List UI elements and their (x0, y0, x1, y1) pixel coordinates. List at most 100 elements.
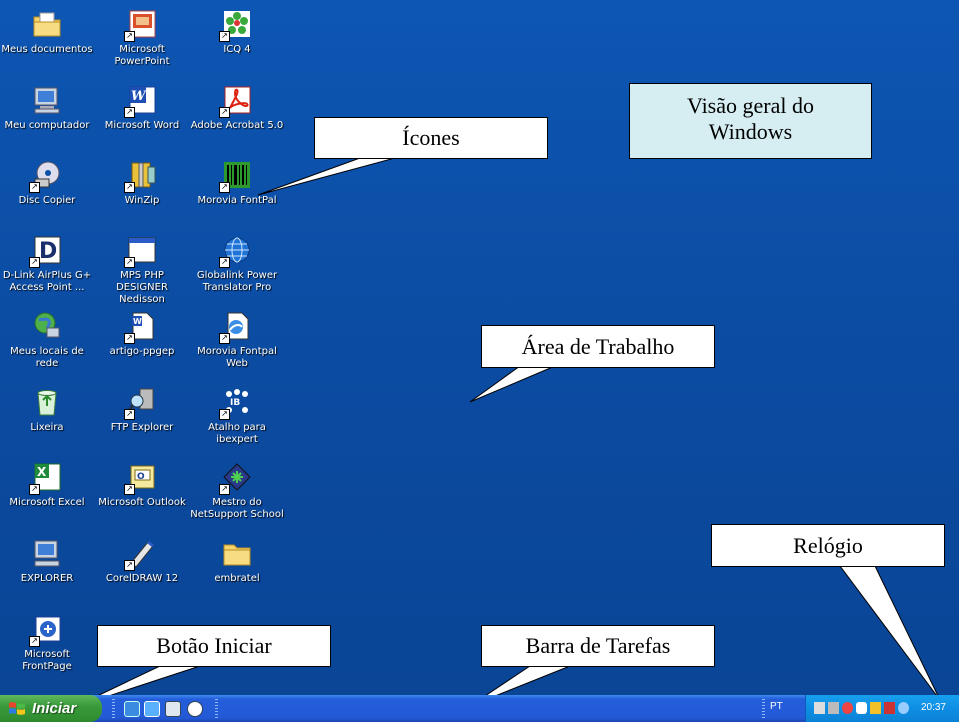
svg-text:D: D (39, 239, 57, 264)
icon-label: artigo-ppgep (109, 346, 175, 357)
icon-label: Meus locais de rede (10, 346, 84, 369)
callout-botao-text: Botão Iniciar (156, 633, 272, 658)
folder-icon (221, 537, 253, 569)
svg-text:X: X (37, 465, 47, 479)
network-icon (31, 310, 63, 342)
icon-label: Atalho para ibexpert (208, 422, 266, 445)
start-button-label: Iniciar (32, 700, 77, 717)
acrobat-icon: ↗ (219, 84, 253, 118)
desktop-icon-microsoft-outlook[interactable]: O ↗ Microsoft Outlook (95, 461, 189, 509)
desktop-icon-ibexpert[interactable]: IB ↗ Atalho para ibexpert (190, 386, 284, 446)
desktop-icon-ftp-explorer[interactable]: ↗ FTP Explorer (95, 386, 189, 434)
callout-relogio: Relógio (711, 524, 945, 567)
outlook-express-icon[interactable] (165, 701, 181, 717)
desktop-icon-morovia-fontpal[interactable]: ↗ Morovia FontPal (190, 159, 284, 207)
icon-label: embratel (214, 573, 260, 584)
quicklaunch-grip[interactable] (112, 699, 115, 718)
network-tray-icon[interactable] (814, 702, 825, 714)
winzip-icon: ↗ (124, 159, 158, 193)
clock[interactable]: 20:37 (921, 702, 946, 713)
desktop-icon-artigo-ppgep[interactable]: W ↗ artigo-ppgep (95, 310, 189, 358)
callout-barra-de-tarefas: Barra de Tarefas (481, 625, 715, 667)
update-tray-icon[interactable] (898, 702, 909, 714)
desktop-icon-mps-php-designer[interactable]: ↗ MPS PHP DESIGNER Nedisson (95, 234, 189, 306)
word-document-icon: W ↗ (124, 310, 158, 344)
language-bar-grip[interactable] (762, 699, 765, 718)
word-icon: W ↗ (124, 84, 158, 118)
icon-label: Morovia Fontpal Web (197, 346, 277, 369)
svg-text:W: W (133, 317, 142, 326)
start-button[interactable]: Iniciar (0, 695, 102, 722)
icon-label: Lixeira (30, 422, 64, 433)
taskbar[interactable]: Iniciar PT 20:37 (0, 695, 959, 722)
icon-label: Adobe Acrobat 5.0 (190, 120, 284, 131)
barcode-icon: ↗ (219, 159, 253, 193)
icq-flower-icon: ↗ (219, 8, 253, 42)
desktop-icon-adobe-acrobat[interactable]: ↗ Adobe Acrobat 5.0 (190, 84, 284, 132)
web-document-icon: ↗ (219, 310, 253, 344)
icon-label: Microsoft Word (104, 120, 180, 131)
display-tray-icon[interactable] (828, 702, 839, 714)
desktop-icon-microsoft-frontpage[interactable]: ↗ Microsoft FrontPage (0, 613, 94, 673)
frontpage-icon: ↗ (29, 613, 63, 647)
antivirus-tray-icon[interactable] (842, 702, 853, 714)
ie-quicklaunch-icon[interactable] (124, 701, 140, 717)
icon-label: FTP Explorer (110, 422, 174, 433)
desktop-icon-netsupport-school[interactable]: ↗ Mestro do NetSupport School (190, 461, 284, 521)
icon-label: D-Link AirPlus G+ Access Point ... (2, 270, 92, 293)
icon-label: WinZip (124, 195, 160, 206)
desktop-icon-embratel[interactable]: embratel (190, 537, 284, 585)
globe-icon: ↗ (219, 234, 253, 268)
icon-label: Disc Copier (18, 195, 76, 206)
icon-label: CorelDRAW 12 (105, 573, 179, 584)
shield-tray-icon[interactable] (856, 702, 867, 714)
svg-text:W: W (131, 89, 147, 104)
excel-icon: X ↗ (29, 461, 63, 495)
svg-text:O: O (137, 472, 145, 482)
desktop-icon-globalink[interactable]: ↗ Globalink Power Translator Pro (190, 234, 284, 294)
desktop-icon-meus-documentos[interactable]: Meus documentos (0, 8, 94, 56)
media-player-icon[interactable] (187, 701, 203, 717)
barcode-tray-icon[interactable] (870, 702, 881, 714)
icon-label: Microsoft Excel (9, 497, 85, 508)
callout-relogio-text: Relógio (793, 533, 863, 558)
explorer-computer-icon (31, 537, 63, 569)
taskbar-grip[interactable] (215, 699, 218, 718)
icon-label: MPS PHP DESIGNER Nedisson (116, 270, 168, 305)
callout-area-de-trabalho: Área de Trabalho (481, 325, 715, 368)
icon-label: Microsoft Outlook (98, 497, 186, 508)
icon-label: ICQ 4 (223, 44, 251, 55)
desktop-icon-explorer[interactable]: EXPLORER (0, 537, 94, 585)
desktop-icon-coreldraw[interactable]: ↗ CorelDRAW 12 (95, 537, 189, 585)
language-indicator[interactable]: PT (770, 701, 783, 712)
volume-tray-icon[interactable] (884, 702, 895, 714)
desktop-icon-icq[interactable]: ↗ ICQ 4 (190, 8, 284, 56)
callout-icones-text: Ícones (402, 125, 460, 150)
desktop-icon-meu-computador[interactable]: Meu computador (0, 84, 94, 132)
desktop-icon-lixeira[interactable]: Lixeira (0, 386, 94, 434)
callout-botao-iniciar: Botão Iniciar (97, 625, 331, 667)
icon-label: Meu computador (4, 120, 90, 131)
icon-label: Microsoft PowerPoint (114, 44, 170, 67)
show-desktop-icon[interactable] (144, 701, 160, 717)
callout-area-text: Área de Trabalho (521, 334, 675, 359)
desktop-icon-winzip[interactable]: ↗ WinZip (95, 159, 189, 207)
window-app-icon: ↗ (124, 234, 158, 268)
ftp-explorer-icon: ↗ (124, 386, 158, 420)
callout-visao-line1: Visão geral do (687, 93, 814, 118)
desktop-icon-microsoft-word[interactable]: W ↗ Microsoft Word (95, 84, 189, 132)
powerpoint-icon: ↗ (124, 8, 158, 42)
desktop-icon-microsoft-powerpoint[interactable]: ↗ Microsoft PowerPoint (95, 8, 189, 68)
computer-icon (31, 84, 63, 116)
icon-label: Mestro do NetSupport School (190, 497, 284, 520)
desktop-icon-disc-copier[interactable]: ↗ Disc Copier (0, 159, 94, 207)
icon-label: EXPLORER (20, 573, 74, 584)
recycle-bin-icon (31, 386, 63, 418)
desktop-icon-morovia-fontpal-web[interactable]: ↗ Morovia Fontpal Web (190, 310, 284, 370)
desktop-icon-dlink[interactable]: D ↗ D-Link AirPlus G+ Access Point ... (0, 234, 94, 294)
desktop-icon-meus-locais-de-rede[interactable]: Meus locais de rede (0, 310, 94, 370)
ibexpert-icon: IB ↗ (219, 386, 253, 420)
icon-label: Morovia FontPal (197, 195, 277, 206)
desktop-icon-microsoft-excel[interactable]: X ↗ Microsoft Excel (0, 461, 94, 509)
callout-icones: Ícones (314, 117, 548, 159)
